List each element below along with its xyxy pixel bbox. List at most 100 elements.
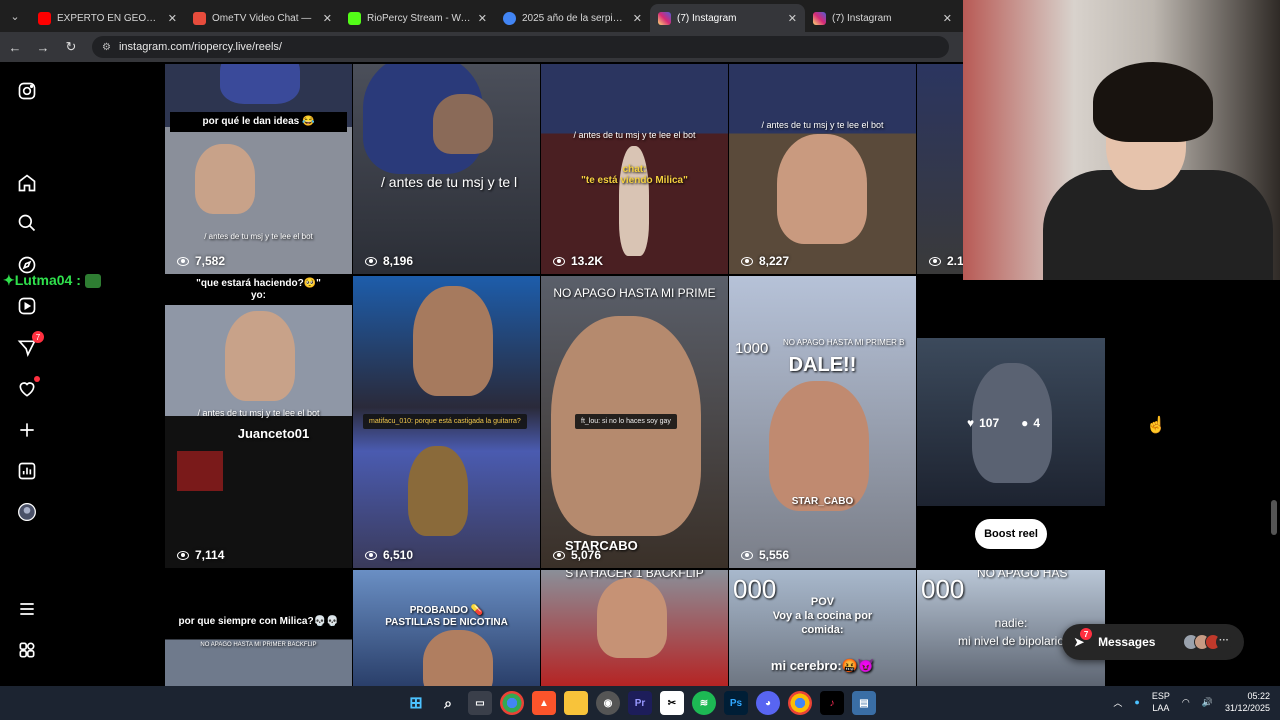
eye-icon [365, 256, 377, 266]
chevron-up-icon[interactable]: ︿ [1113, 696, 1122, 709]
messages-button[interactable]: ➤ 7 Messages ··· [1062, 624, 1244, 660]
reload-icon[interactable]: ↻ [64, 39, 78, 55]
notepad-icon[interactable]: ▤ [852, 691, 876, 715]
view-count: 6,510 [365, 548, 413, 562]
reel-face [195, 144, 255, 214]
mouse-cursor-icon: ☝ [1146, 417, 1166, 434]
eye-icon [741, 256, 753, 266]
youtube-icon [38, 11, 51, 25]
notification-badge: 7 [32, 331, 44, 343]
view-count: 7,114 [177, 548, 224, 562]
browser-tab[interactable]: (7) Instagram ✕ [805, 4, 960, 32]
reel-hover-stats: ♥ 107 ● 4 [967, 416, 1040, 430]
reel-tile[interactable]: "que estará haciendo?🥺" yo: / antes de t… [165, 276, 352, 568]
ometv-icon [193, 11, 206, 25]
reel-tile[interactable]: por que siempre con Milica?💀💀 NO APAGO H… [165, 570, 352, 686]
clock[interactable]: 05:22 31/12/2025 [1225, 690, 1270, 714]
reel-tile[interactable]: / antes de tu msj y te lee el bot 8,227 [729, 64, 916, 274]
forward-arrow-icon[interactable]: → [36, 40, 50, 55]
reel-thumbnail [220, 64, 300, 104]
photoshop-icon[interactable]: Ps [724, 691, 748, 715]
premiere-icon[interactable]: Pr [628, 691, 652, 715]
file-explorer-icon[interactable] [564, 691, 588, 715]
browser-tab[interactable]: OmeTV Video Chat — ✕ [185, 4, 340, 32]
reel-tile[interactable]: STA HACER 1 BACKFLIP [541, 570, 728, 686]
browser-tab[interactable]: EXPERTO EN GEOGRAFÍA # ✕ [30, 4, 185, 32]
close-icon[interactable]: ✕ [478, 12, 487, 25]
reel-tile[interactable]: matifacu_010: porque está castigada la g… [353, 276, 540, 568]
eye-icon [741, 550, 753, 560]
reel-tile[interactable]: 1000 NO APAGO HASTA MI PRIMER B DALE!! S… [729, 276, 916, 568]
language-indicator[interactable]: ESP LAA [1152, 690, 1170, 714]
view-count-value: 8,196 [383, 254, 414, 268]
also-from-meta-icon[interactable] [16, 639, 38, 661]
microphone-icon[interactable]: ● [1134, 697, 1139, 707]
browser-tab[interactable]: 2025 año de la serpiente ✕ [495, 4, 650, 32]
search-icon[interactable] [16, 212, 38, 234]
keyboard-layout: LAA [1152, 703, 1170, 713]
reel-caption: por que siempre con Milica?💀💀 [178, 616, 339, 627]
site-settings-icon[interactable]: ⚙ [102, 42, 111, 53]
reel-tile[interactable]: PROBANDO 💊 PASTILLAS DE NICOTINA [353, 570, 540, 686]
search-icon[interactable]: ⌕ [436, 691, 460, 715]
spotify-icon[interactable]: ≋ [692, 691, 716, 715]
reel-caption: PASTILLAS DE NICOTINA [385, 617, 508, 628]
close-icon[interactable]: ✕ [943, 12, 952, 25]
close-icon[interactable]: ✕ [633, 12, 642, 25]
reel-caption: DALE!! [788, 354, 857, 376]
url-bar[interactable]: ⚙ instagram.com/riopercy.live/reels/ [92, 36, 949, 58]
close-icon[interactable]: ✕ [323, 12, 332, 25]
kick-icon [348, 11, 361, 25]
reel-tile[interactable]: por qué le dan ideas 😂 / antes de tu msj… [165, 64, 352, 274]
view-count-value: 13.2K [571, 254, 604, 268]
chrome-active-icon[interactable] [788, 691, 812, 715]
capcut-icon[interactable]: ✂ [660, 691, 684, 715]
create-plus-icon[interactable] [16, 419, 38, 441]
task-view-icon[interactable]: ▭ [468, 691, 492, 715]
close-icon[interactable]: ✕ [168, 12, 177, 25]
dashboard-chart-icon[interactable] [16, 460, 38, 482]
chrome-icon[interactable] [500, 691, 524, 715]
tab-search-chevron-icon[interactable]: ⌄ [0, 0, 30, 32]
discord-icon[interactable]: ◕ [756, 691, 780, 715]
reel-caption: / antes de tu msj y te lee el bot [573, 130, 696, 140]
reel-caption: yo: [251, 290, 266, 301]
profile-avatar[interactable] [16, 501, 38, 523]
browser-tab-active[interactable]: (7) Instagram ✕ [650, 4, 805, 32]
reel-tile[interactable]: / antes de tu msj y te lee el bot chat: … [541, 64, 728, 274]
windows-start-icon[interactable]: ⊞ [404, 691, 428, 715]
reel-tile[interactable]: 000 POV Voy a la cocina por comida: mi c… [729, 570, 916, 686]
reel-caption: NO APAGO HASTA MI PRIME [553, 286, 716, 300]
heart-icon[interactable] [16, 376, 40, 400]
reel-tile[interactable]: NO APAGO HASTA MI PRIME ft_lou: si no lo… [541, 276, 728, 568]
obs-icon[interactable]: ◉ [596, 691, 620, 715]
comment-count-value: 4 [1033, 416, 1041, 430]
view-count: 13.2K [553, 254, 603, 268]
close-icon[interactable]: ✕ [788, 12, 797, 25]
reel-face [225, 311, 295, 401]
scrollbar-thumb[interactable] [1271, 500, 1277, 535]
instagram-logo-icon[interactable] [16, 80, 38, 102]
menu-hamburger-icon[interactable] [16, 598, 38, 620]
back-arrow-icon[interactable]: ← [8, 40, 22, 55]
view-count: 7,582 [177, 254, 225, 268]
tab-title: (7) Instagram [832, 12, 892, 24]
home-icon[interactable] [16, 172, 38, 194]
browser-tab[interactable]: RioPercy Stream - Watch L ✕ [340, 4, 495, 32]
reel-caption: por qué le dan ideas 😂 [202, 116, 315, 127]
reel-image [177, 451, 223, 491]
reel-caption: NO APAGO HAS [977, 570, 1068, 580]
page-scrollbar[interactable] [1271, 300, 1277, 686]
notification-dot [34, 376, 40, 382]
reel-face [597, 578, 667, 658]
reels-icon[interactable] [16, 295, 38, 317]
wifi-icon[interactable]: ◠ [1182, 697, 1190, 708]
view-count-value: 7,582 [195, 254, 226, 268]
brave-icon[interactable]: ▲ [532, 691, 556, 715]
tiktok-icon[interactable]: ♪ [820, 691, 844, 715]
heart-filled-icon: ♥ [967, 416, 975, 430]
messenger-icon[interactable]: 7 [16, 331, 44, 359]
reel-tile[interactable]: / antes de tu msj y te l 8,196 [353, 64, 540, 274]
boost-reel-button[interactable]: Boost reel [975, 519, 1047, 549]
volume-icon[interactable]: 🔊 [1202, 697, 1213, 708]
